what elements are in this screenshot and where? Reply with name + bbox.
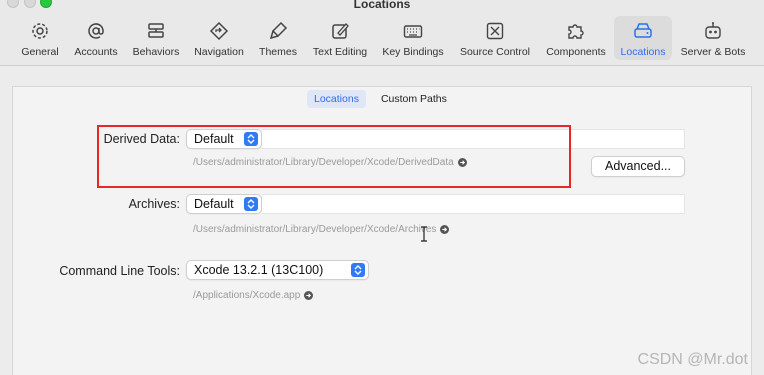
toolbar-item-label: Accounts (74, 46, 118, 58)
archives-field (262, 194, 685, 214)
archives-popup[interactable]: Default (186, 194, 262, 214)
toolbar-item-label: Behaviors (132, 46, 180, 58)
edit-icon (328, 19, 352, 43)
command-line-tools-value: Xcode 13.2.1 (13C100) (194, 263, 324, 277)
toolbar-item-navigation[interactable]: Navigation (190, 16, 248, 60)
toolbar-item-label: General (21, 46, 59, 58)
robot-icon (701, 19, 725, 43)
brush-icon (266, 19, 290, 43)
highlight-box (97, 125, 571, 188)
popup-stepper-icon (244, 197, 258, 211)
toolbar-item-server-bots[interactable]: Server & Bots (678, 16, 748, 60)
keyboard-icon (401, 19, 425, 43)
popup-stepper-icon (351, 263, 365, 277)
archives-path-text: /Users/administrator/Library/Developer/X… (193, 224, 437, 235)
toolbar-item-key-bindings[interactable]: Key Bindings (379, 16, 447, 60)
toolbar-item-label: Locations (620, 46, 666, 58)
toolbar-item-themes[interactable]: Themes (256, 16, 300, 60)
command-line-tools-popup[interactable]: Xcode 13.2.1 (13C100) (186, 260, 369, 280)
toolbar-item-label: Themes (259, 46, 297, 58)
advanced-button[interactable]: Advanced... (591, 156, 685, 177)
toolbar-item-components[interactable]: Components (542, 16, 610, 60)
reveal-arrow-icon[interactable] (304, 291, 314, 300)
toolbar-item-general[interactable]: General (18, 16, 62, 60)
navigation-icon (207, 19, 231, 43)
at-icon (84, 19, 108, 43)
gear-icon (28, 19, 52, 43)
reveal-arrow-icon[interactable] (440, 225, 450, 234)
drive-icon (631, 19, 655, 43)
archives-path: /Users/administrator/Library/Developer/X… (193, 224, 450, 235)
window-title: Locations (353, 0, 411, 11)
toolbar-item-text-editing[interactable]: Text Editing (307, 16, 373, 60)
toolbar-item-label: Server & Bots (680, 46, 746, 58)
title-bar: Locations General Accounts Behaviors Nav… (0, 0, 764, 66)
archives-label: Archives: (128, 197, 180, 211)
toolbar-item-accounts[interactable]: Accounts (70, 16, 122, 60)
puzzle-icon (564, 19, 588, 43)
watermark: CSDN @Mr.dot (637, 351, 748, 368)
toolbar-item-locations[interactable]: Locations (614, 16, 672, 60)
toolbar-item-behaviors[interactable]: Behaviors (129, 16, 183, 60)
preferences-toolbar: General Accounts Behaviors Navigation Th… (0, 14, 764, 62)
text-cursor-icon (421, 226, 427, 242)
source-control-icon (483, 19, 507, 43)
toolbar-item-label: Navigation (194, 46, 244, 58)
command-line-tools-path: /Applications/Xcode.app (193, 290, 314, 301)
toolbar-item-label: Key Bindings (382, 46, 444, 58)
toolbar-item-label: Text Editing (312, 46, 368, 58)
toolbar-item-label: Source Control (459, 46, 531, 58)
toolbar-item-source-control[interactable]: Source Control (455, 16, 535, 60)
archives-value: Default (194, 197, 234, 211)
locations-segmented-control: Locations Custom Paths (307, 90, 454, 108)
tab-locations[interactable]: Locations (307, 90, 366, 108)
tab-custom-paths[interactable]: Custom Paths (374, 90, 454, 108)
toolbar-item-label: Components (546, 46, 606, 58)
command-line-tools-path-text: /Applications/Xcode.app (193, 290, 301, 301)
behaviors-icon (144, 19, 168, 43)
command-line-tools-label: Command Line Tools: (59, 264, 180, 278)
